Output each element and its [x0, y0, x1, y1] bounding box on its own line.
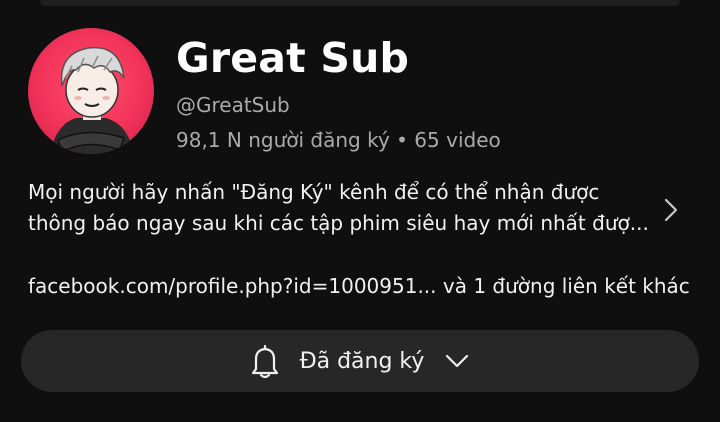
chevron-down-icon	[446, 354, 469, 368]
chevron-right-icon[interactable]	[660, 196, 682, 224]
channel-description[interactable]: Mọi người hãy nhấn "Đăng Ký" kênh để có …	[28, 177, 648, 239]
bell-icon	[251, 344, 278, 379]
top-panel-edge	[40, 0, 680, 6]
channel-handle: @GreatSub	[176, 93, 290, 117]
description-line: Mọi người hãy nhấn "Đăng Ký" kênh để có …	[28, 180, 600, 204]
channel-avatar[interactable]	[28, 28, 154, 154]
subscribed-button[interactable]: Đã đăng ký	[21, 330, 699, 392]
description-line: thông báo ngay sau khi các tập phim siêu…	[28, 211, 648, 235]
channel-stats: 98,1 N người đăng ký • 65 video	[176, 128, 501, 152]
channel-name: Great Sub	[176, 34, 410, 82]
subscribed-label: Đã đăng ký	[299, 348, 425, 374]
avatar-illustration	[50, 46, 134, 154]
channel-links[interactable]: facebook.com/profile.php?id=1000951... v…	[28, 272, 690, 300]
